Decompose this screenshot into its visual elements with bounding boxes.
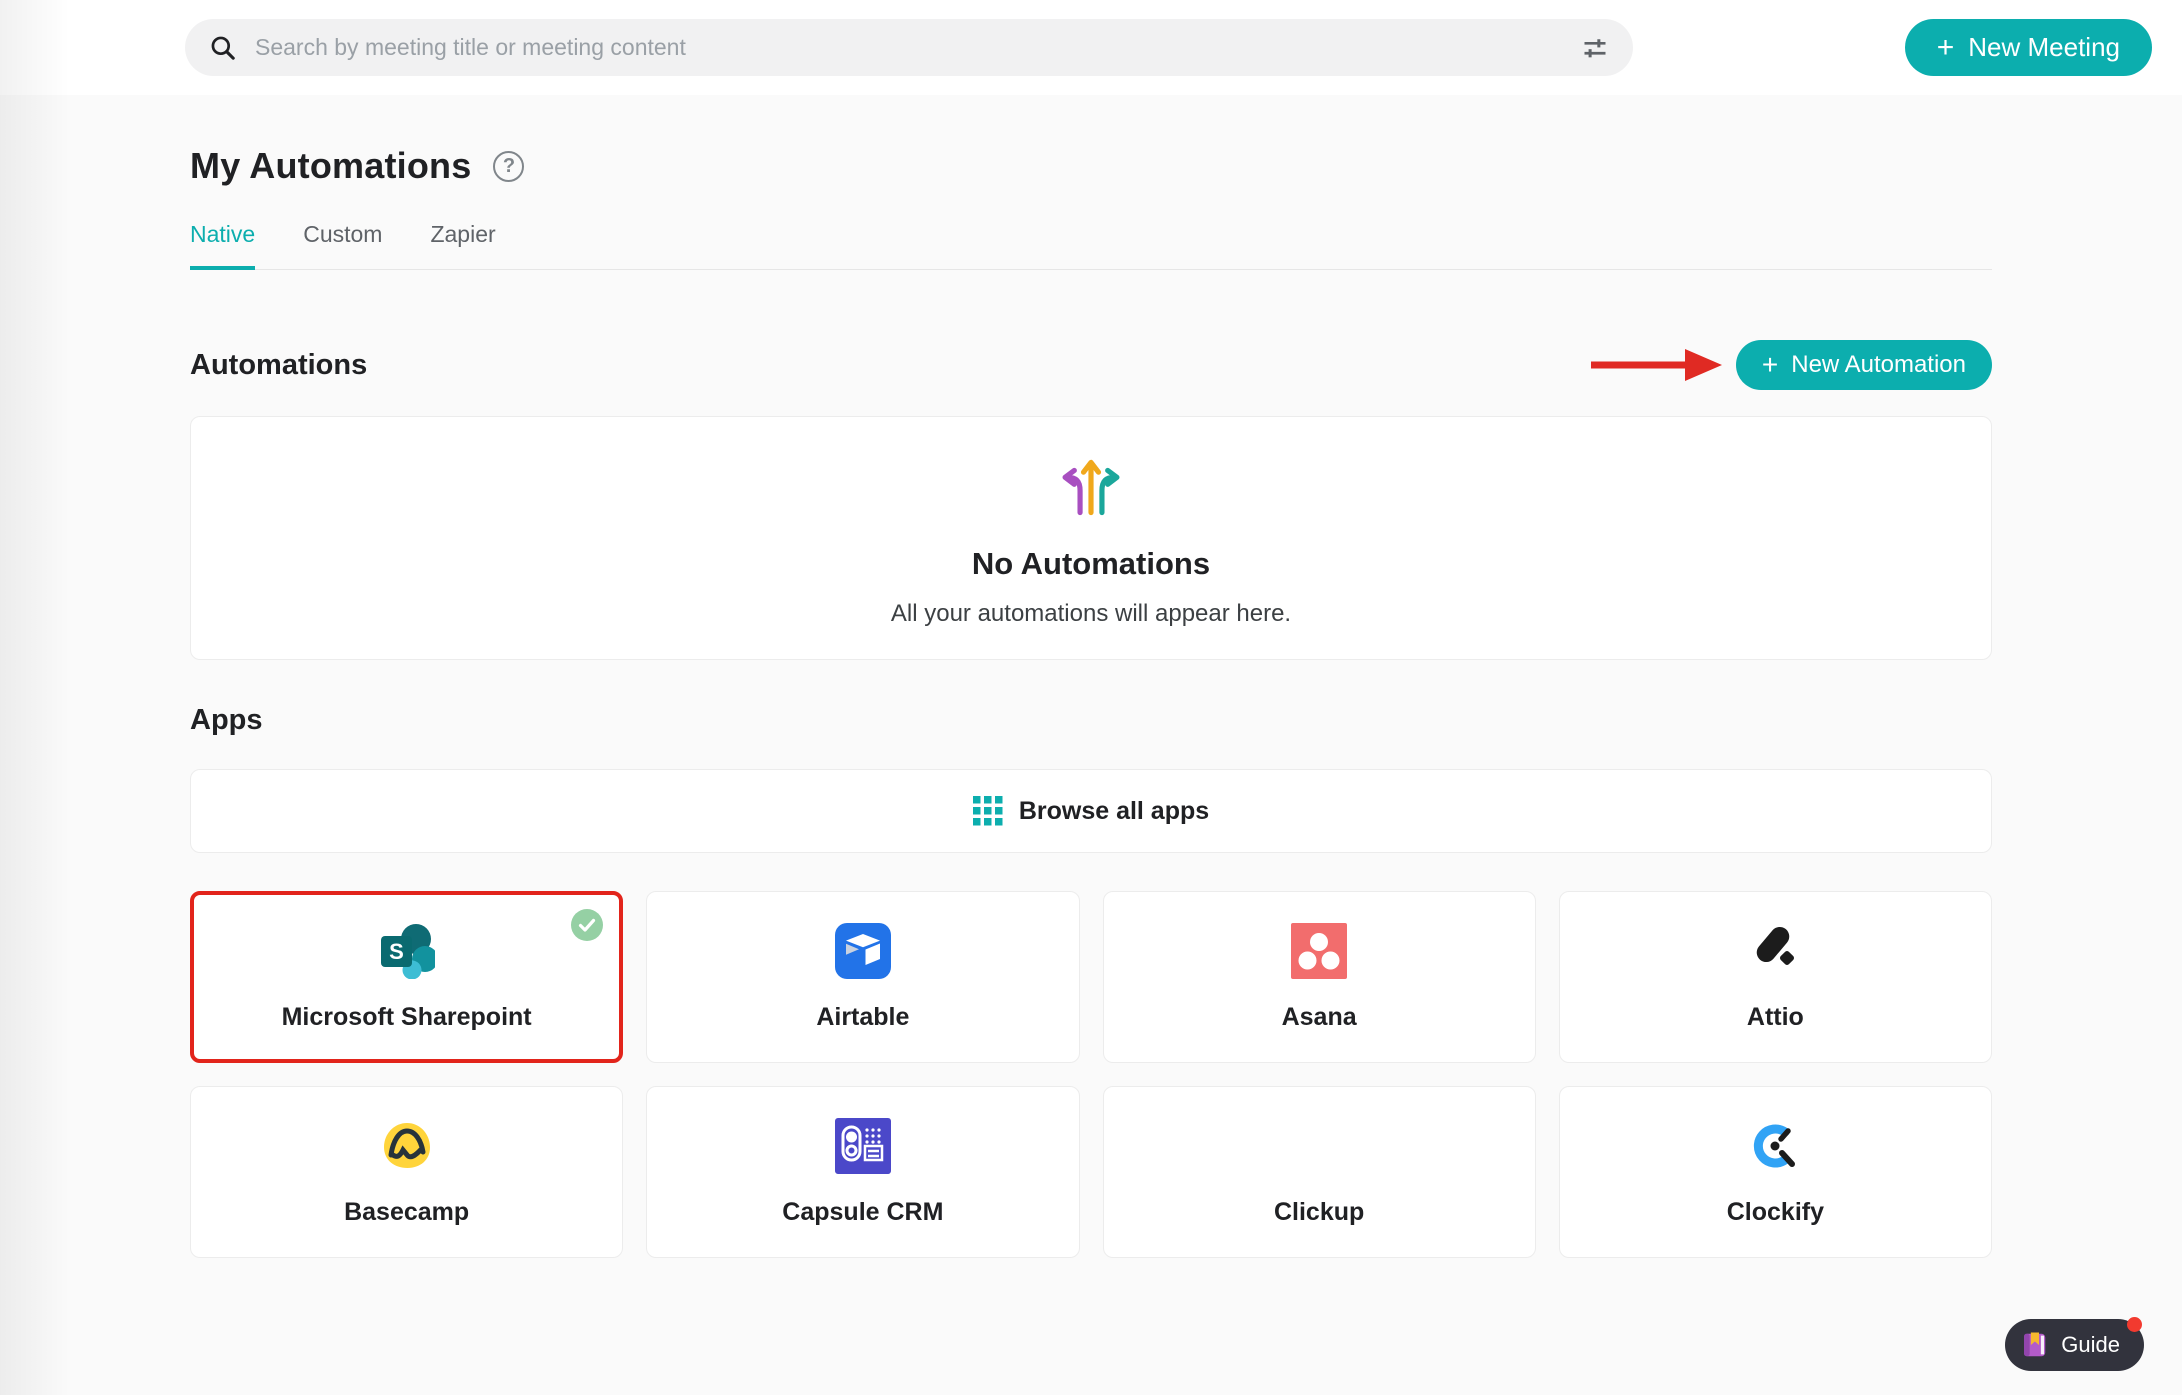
app-card-microsoft-sharepoint[interactable]: S Microsoft Sharepoint <box>190 891 624 1063</box>
tab-zapier[interactable]: Zapier <box>430 221 495 270</box>
attio-icon <box>1747 923 1803 979</box>
new-automation-button[interactable]: + New Automation <box>1735 340 1992 390</box>
app-label: Microsoft Sharepoint <box>281 1002 532 1031</box>
tab-custom[interactable]: Custom <box>303 221 382 270</box>
red-pointer-arrow-icon <box>1590 349 1722 381</box>
automations-empty-state: No Automations All your automations will… <box>190 416 1992 660</box>
check-badge-icon <box>571 909 604 941</box>
app-label: Asana <box>1281 1002 1357 1031</box>
app-label: Clickup <box>1273 1197 1365 1226</box>
capsule-icon <box>834 1117 891 1174</box>
sharepoint-icon: S <box>379 923 435 979</box>
apps-heading: Apps <box>190 704 263 736</box>
branching-arrows-icon <box>1062 459 1120 516</box>
app-card-clickup[interactable]: Clickup <box>1102 1086 1536 1258</box>
browse-all-apps-label: Browse all apps <box>1018 796 1210 825</box>
asana-icon <box>1291 922 1348 979</box>
app-label: Clockify <box>1726 1197 1824 1226</box>
filter-sliders-icon[interactable] <box>1581 34 1609 62</box>
empty-state-subtitle: All your automations will appear here. <box>890 600 1292 627</box>
topbar: + New Meeting <box>0 0 2182 95</box>
search-bar[interactable] <box>185 19 1633 76</box>
search-icon <box>211 36 235 60</box>
search-input[interactable] <box>185 19 1633 76</box>
plus-icon: + <box>1761 349 1779 380</box>
empty-state-title: No Automations <box>971 546 1211 581</box>
grid-apps-icon <box>972 796 1003 826</box>
app-label: Capsule CRM <box>782 1197 944 1226</box>
help-circle-icon[interactable]: ? <box>493 150 525 182</box>
guide-label: Guide <box>2061 1332 2120 1357</box>
browse-all-apps-button[interactable]: Browse all apps <box>190 769 1992 853</box>
app-card-basecamp[interactable]: Basecamp <box>190 1086 624 1258</box>
basecamp-icon <box>379 1118 435 1174</box>
app-card-clockify[interactable]: Clockify <box>1558 1086 1992 1258</box>
clockify-icon <box>1747 1118 1803 1174</box>
new-meeting-button[interactable]: + New Meeting <box>1904 19 2152 76</box>
apps-grid: S Microsoft Sharepoint Airtable Asana At… <box>190 891 1992 1258</box>
tab-native[interactable]: Native <box>190 221 256 270</box>
left-edge-shadow <box>0 0 70 1395</box>
app-card-airtable[interactable]: Airtable <box>646 891 1080 1063</box>
app-label: Airtable <box>816 1002 910 1031</box>
new-automation-label: New Automation <box>1791 351 1966 378</box>
new-meeting-label: New Meeting <box>1968 32 2120 62</box>
main-content: My Automations ? Native Custom Zapier Au… <box>190 145 1992 1258</box>
svg-text:S: S <box>389 939 404 964</box>
app-card-attio[interactable]: Attio <box>1558 891 1992 1063</box>
app-label: Attio <box>1746 1002 1804 1031</box>
app-card-capsule-crm[interactable]: Capsule CRM <box>646 1086 1080 1258</box>
page-title: My Automations <box>190 145 472 186</box>
app-card-asana[interactable]: Asana <box>1102 891 1536 1063</box>
airtable-icon <box>834 922 891 979</box>
plus-icon: + <box>1936 30 1955 64</box>
notification-dot <box>2127 1317 2142 1332</box>
clickup-icon <box>1291 1117 1348 1174</box>
book-icon <box>2024 1332 2046 1357</box>
guide-button[interactable]: Guide <box>2005 1317 2144 1371</box>
automations-heading: Automations <box>190 348 368 381</box>
app-label: Basecamp <box>344 1197 470 1226</box>
automations-tabs: Native Custom Zapier <box>190 221 1992 270</box>
